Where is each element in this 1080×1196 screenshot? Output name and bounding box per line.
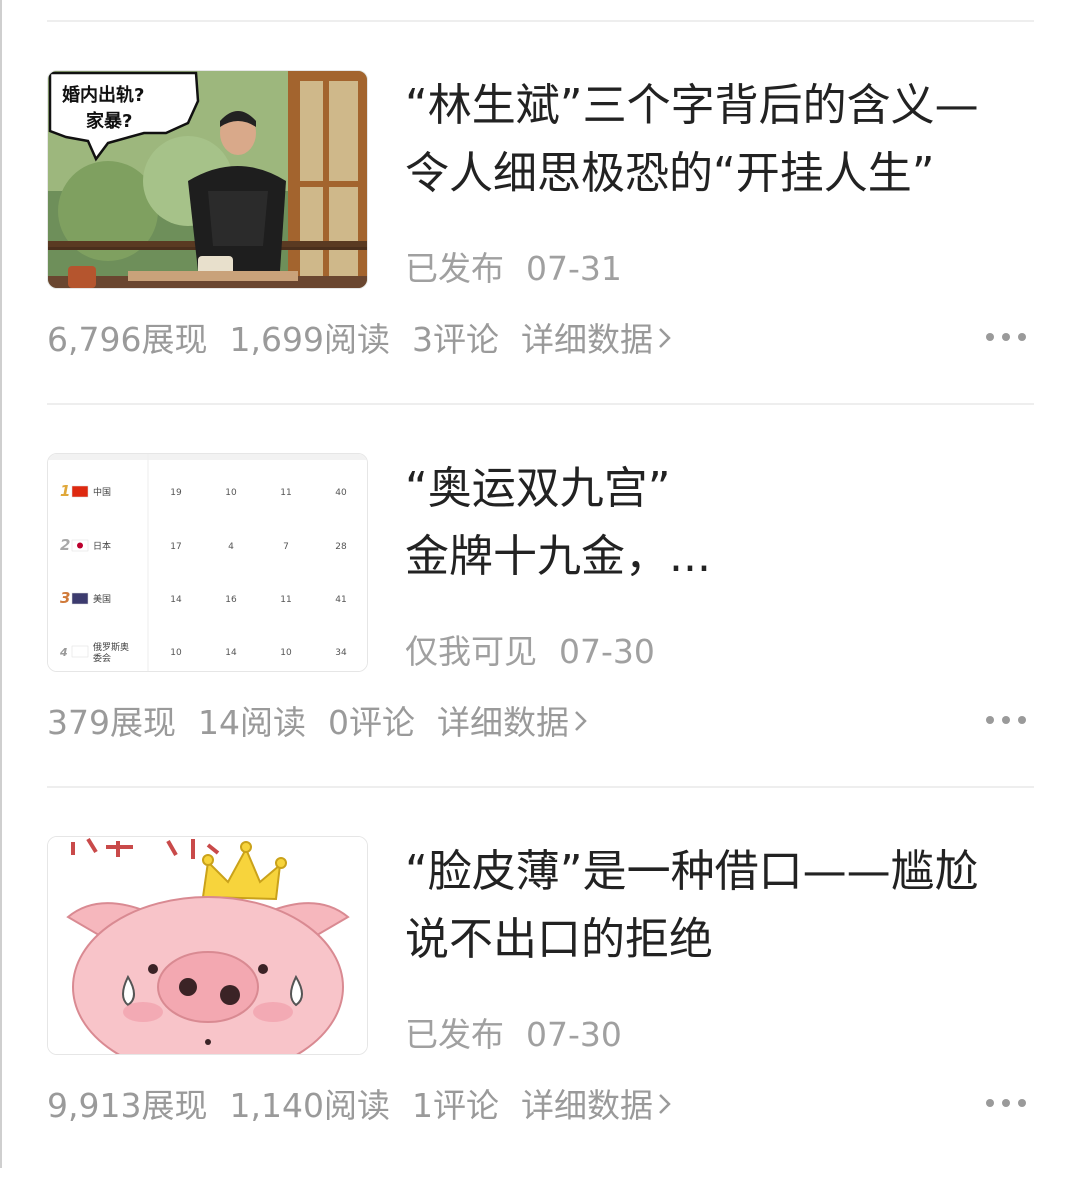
divider (47, 403, 1034, 405)
country-name: 中国 (93, 486, 111, 498)
detail-data-link[interactable]: 详细数据 (437, 703, 611, 742)
medal-count: 17 (170, 542, 181, 552)
article-title-line: “奥运双九宫” (405, 463, 671, 514)
medal-count: 16 (225, 595, 237, 605)
pig-illustration (48, 837, 367, 1054)
reads-count: 1,140阅读 (229, 1086, 390, 1125)
divider (47, 20, 1034, 22)
article-meta: 仅我可见 07-30 (405, 625, 655, 673)
detail-data-link[interactable]: 详细数据 (521, 1086, 695, 1125)
chevron-right-icon (573, 703, 589, 742)
comments-count[interactable]: 1评论 (412, 1086, 499, 1125)
article-title-line: “脸皮薄”是一种借口——尴尬 (405, 846, 979, 897)
publish-date: 07-30 (559, 632, 655, 671)
article-title[interactable]: “脸皮薄”是一种借口——尴尬 说不出口的拒绝 (405, 838, 1035, 974)
medal-count: 28 (335, 542, 347, 552)
article-title[interactable]: “奥运双九宫” 金牌十九金，... (405, 455, 1035, 591)
article-card-1[interactable]: 婚内出轨? 家暴? “林生斌”三个字背后的含义— 令人细思极恐的“开挂人生” 已… (0, 70, 1080, 430)
medal-count: 10 (225, 488, 237, 498)
more-options-icon[interactable] (986, 709, 1036, 729)
article-title-line: 令人细思极恐的“开挂人生” (405, 148, 935, 199)
reads-count: 14阅读 (198, 703, 306, 742)
impressions-count: 379展现 (47, 703, 176, 742)
publish-status: 已发布 (405, 249, 504, 288)
medal-table-image: 1 中国 19 10 11 402 日本 17 4 7 283 美国 14 16 11 414 俄罗斯奥委会10… (48, 454, 367, 671)
medal-count: 40 (335, 488, 347, 498)
article-title[interactable]: “林生斌”三个字背后的含义— 令人细思极恐的“开挂人生” (405, 72, 1035, 208)
publish-status: 仅我可见 (405, 632, 537, 671)
country-flag-icon (71, 592, 89, 605)
article-card-3[interactable]: “脸皮薄”是一种借口——尴尬 说不出口的拒绝 已发布 07-30 9,913展现 1… (0, 836, 1080, 1196)
reads-count: 1,699阅读 (229, 320, 390, 359)
detail-data-label: 详细数据 (520, 320, 653, 359)
article-thumbnail[interactable]: 1 中国 19 10 11 40 2 日本 17 4 7 28 3 美国 14 16 11 41 4 俄罗斯奥委会 10… (47, 453, 368, 672)
medal-count: 14 (225, 648, 237, 658)
article-meta: 已发布 07-30 (405, 1008, 622, 1056)
chevron-right-icon (657, 320, 673, 359)
medal-rank: 1 (60, 482, 70, 500)
chevron-right-icon (657, 1086, 673, 1125)
medal-count: 10 (280, 648, 292, 658)
article-meta: 已发布 07-31 (405, 242, 622, 290)
medal-count: 10 (170, 648, 182, 658)
comments-count[interactable]: 3评论 (412, 320, 499, 359)
article-stats: 6,796展现 1,699阅读 3评论 详细数据 (47, 313, 695, 361)
medal-rank: 2 (60, 536, 70, 554)
thumb-caption-1: 婚内出轨? (62, 84, 144, 106)
medal-count: 41 (335, 595, 346, 605)
more-options-icon[interactable] (986, 326, 1036, 346)
impressions-count: 9,913展现 (47, 1086, 208, 1125)
medal-count: 7 (283, 542, 289, 552)
publish-date: 07-30 (526, 1015, 622, 1054)
country-flag-icon (71, 485, 89, 498)
article-thumbnail[interactable] (47, 836, 368, 1055)
publish-status: 已发布 (405, 1015, 504, 1054)
article-stats: 9,913展现 1,140阅读 1评论 详细数据 (47, 1079, 695, 1127)
publish-date: 07-31 (526, 249, 622, 288)
country-name: 日本 (93, 540, 111, 552)
flag-dot (77, 542, 83, 549)
divider (47, 786, 1034, 788)
medal-count: 4 (228, 542, 234, 552)
medal-count: 11 (280, 595, 291, 605)
medal-count: 34 (335, 648, 347, 658)
medal-count: 11 (280, 488, 291, 498)
article-title-line: “林生斌”三个字背后的含义— (405, 80, 979, 131)
article-thumbnail[interactable]: 婚内出轨? 家暴? (47, 70, 368, 289)
article-card-2[interactable]: 1 中国 19 10 11 40 2 日本 17 4 7 28 3 美国 14 16 11 41 4 俄罗斯奥委会 10… (0, 453, 1080, 813)
detail-data-label: 详细数据 (437, 703, 569, 742)
medal-count: 14 (170, 595, 182, 605)
thumb-caption-2: 家暴? (86, 110, 132, 132)
article-stats: 379展现 14阅读 0评论 详细数据 (47, 696, 611, 744)
impressions-count: 6,796展现 (47, 320, 208, 359)
medal-rank: 4 (59, 646, 68, 659)
medal-count: 19 (170, 488, 182, 498)
article-title-line: 金牌十九金，... (405, 531, 711, 582)
more-options-icon[interactable] (986, 1092, 1036, 1112)
detail-data-link[interactable]: 详细数据 (521, 320, 695, 359)
country-flag-icon (71, 645, 89, 658)
article-title-line: 说不出口的拒绝 (405, 914, 713, 965)
medal-rank: 3 (60, 589, 70, 607)
country-name: 美国 (93, 593, 111, 605)
detail-data-label: 详细数据 (520, 1086, 653, 1125)
comments-count[interactable]: 0评论 (328, 703, 415, 742)
